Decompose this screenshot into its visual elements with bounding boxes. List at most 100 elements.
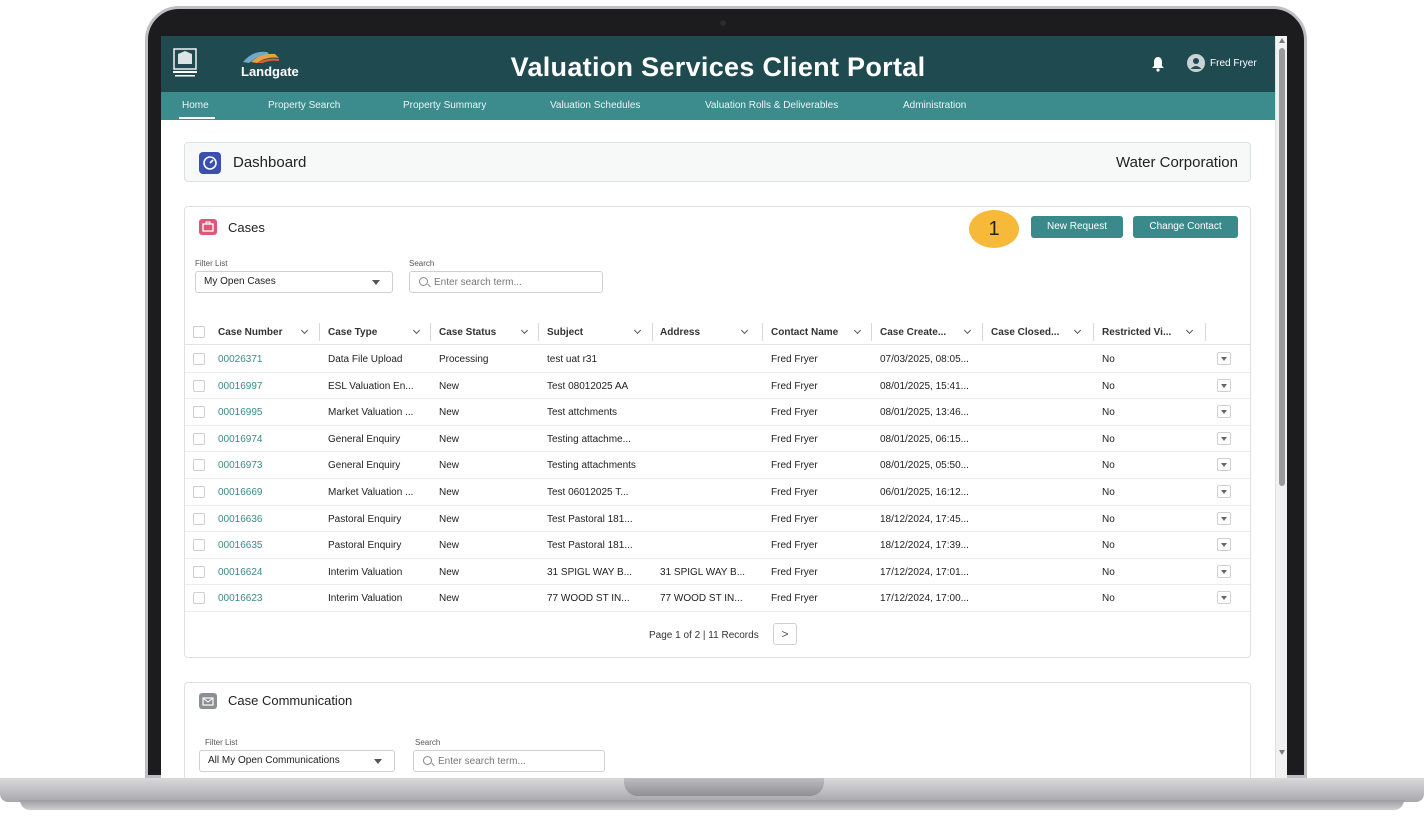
row-actions-dropdown-icon[interactable] (1217, 352, 1231, 365)
column-header-case-type[interactable]: Case Type (328, 327, 377, 338)
chevron-down-icon[interactable] (633, 326, 642, 335)
cell-case-number[interactable]: 00016635 (218, 540, 263, 551)
cell-case-number[interactable]: 00016973 (218, 460, 263, 471)
cell-case-type: Interim Valuation (328, 566, 403, 578)
cell-case-number[interactable]: 00016974 (218, 434, 263, 445)
row-checkbox[interactable] (193, 565, 205, 578)
cell-case-number[interactable]: 00016995 (218, 407, 263, 418)
table-row[interactable]: 00016635 Pastoral Enquiry New Test Pastoral… (185, 532, 1250, 559)
row-actions-dropdown-icon[interactable] (1217, 511, 1231, 525)
column-header-case-created[interactable]: Case Create... (880, 327, 946, 338)
select-all-checkbox[interactable] (193, 326, 205, 338)
cell-case-status: New (439, 513, 460, 525)
cell-case-number[interactable]: 00026371 (218, 354, 263, 365)
chevron-down-icon[interactable] (1185, 326, 1194, 335)
column-header-address[interactable]: Address (660, 327, 700, 338)
row-checkbox[interactable] (193, 512, 205, 525)
row-actions-dropdown-icon[interactable] (1217, 564, 1231, 578)
table-row[interactable]: 00016974 General Enquiry New Testing attach… (185, 426, 1250, 453)
row-checkbox[interactable] (193, 432, 205, 445)
dashboard-gauge-icon (199, 152, 221, 174)
scrollbar-thumb[interactable] (1279, 48, 1285, 486)
row-checkbox[interactable] (193, 539, 205, 552)
search-label: Search (409, 259, 435, 268)
row-checkbox[interactable] (193, 486, 205, 498)
cell-case-created: 17/12/2024, 17:00... (880, 593, 969, 605)
column-header-case-number[interactable]: Case Number (218, 327, 282, 338)
column-header-subject[interactable]: Subject (547, 327, 583, 338)
change-contact-button[interactable]: Change Contact (1133, 216, 1238, 238)
cell-subject: test uat r31 (547, 354, 598, 365)
chevron-down-icon[interactable] (853, 326, 862, 335)
table-row[interactable]: 00016623 Interim Valuation New 77 WOOD ST I… (185, 585, 1250, 612)
row-checkbox[interactable] (193, 379, 205, 392)
column-divider (871, 323, 872, 341)
chevron-down-icon[interactable] (1073, 326, 1082, 335)
table-row[interactable]: 00016624 Interim Valuation New 31 SPIGL WAY… (185, 559, 1250, 586)
cell-restricted: No (1102, 460, 1115, 472)
cell-case-number[interactable]: 00016636 (218, 514, 263, 525)
column-header-contact-name[interactable]: Contact Name (771, 327, 838, 338)
row-actions-dropdown-icon[interactable] (1217, 378, 1231, 392)
row-actions-dropdown-icon[interactable] (1217, 591, 1231, 605)
column-header-case-status[interactable]: Case Status (439, 327, 496, 338)
user-name[interactable]: Fred Fryer (1210, 58, 1257, 69)
table-row[interactable]: 00016669 Market Valuation ... New Test 0601… (185, 479, 1250, 506)
table-row[interactable]: 00026371 Data File Upload Processing test u… (185, 346, 1250, 373)
nav-item-property-search[interactable]: Property Search (268, 100, 340, 111)
row-checkbox[interactable] (193, 592, 205, 605)
cell-case-number[interactable]: 00016623 (218, 593, 263, 604)
row-checkbox[interactable] (193, 353, 205, 365)
new-request-button[interactable]: New Request (1031, 216, 1123, 238)
chevron-down-icon[interactable] (520, 326, 529, 335)
row-actions-dropdown-icon[interactable] (1217, 405, 1231, 419)
cell-case-type: Market Valuation ... (328, 487, 414, 498)
column-header-restricted[interactable]: Restricted Vi... (1102, 327, 1171, 338)
search-icon (419, 277, 428, 286)
notification-bell-icon[interactable] (1151, 56, 1165, 72)
comm-filter-list-select[interactable]: All My Open Communications (199, 750, 395, 772)
user-avatar-icon[interactable] (1187, 54, 1205, 72)
filter-list-select[interactable]: My Open Cases (195, 271, 393, 293)
main-nav: Home Property Search Property Summary Va… (161, 92, 1275, 120)
table-row[interactable]: 00016973 General Enquiry New Testing attach… (185, 452, 1250, 479)
comm-search-box[interactable] (413, 750, 605, 772)
chevron-down-icon[interactable] (740, 326, 749, 335)
cell-address: 31 SPIGL WAY B... (660, 566, 746, 578)
chevron-down-icon[interactable] (412, 326, 421, 335)
nav-item-valuation-rolls[interactable]: Valuation Rolls & Deliverables (705, 100, 838, 111)
table-row[interactable]: 00016997 ESL Valuation En... New Test 08012… (185, 373, 1250, 400)
cases-search-input[interactable] (434, 272, 599, 292)
case-communication-card: Case Communication Filter List Search Al… (184, 682, 1251, 778)
scroll-up-arrow-icon[interactable] (1279, 38, 1285, 43)
cell-case-number[interactable]: 00016669 (218, 487, 263, 498)
table-row[interactable]: 00016636 Pastoral Enquiry New Test Pastoral… (185, 506, 1250, 533)
row-actions-dropdown-icon[interactable] (1217, 538, 1231, 552)
nav-item-administration[interactable]: Administration (903, 100, 966, 111)
column-divider (652, 323, 653, 341)
scroll-down-arrow-icon[interactable] (1279, 750, 1285, 755)
cell-case-type: Pastoral Enquiry (328, 540, 402, 552)
column-header-case-closed[interactable]: Case Closed... (991, 327, 1059, 338)
chevron-down-icon[interactable] (963, 326, 972, 335)
page-scrollbar[interactable] (1275, 36, 1287, 778)
chevron-down-icon[interactable] (300, 326, 309, 335)
nav-item-property-summary[interactable]: Property Summary (403, 100, 486, 111)
comm-search-input[interactable] (438, 751, 603, 771)
cases-search-box[interactable] (409, 271, 603, 293)
cell-case-type: Interim Valuation (328, 593, 403, 605)
cell-case-number[interactable]: 00016624 (218, 567, 263, 578)
cell-case-status: New (439, 487, 460, 498)
nav-item-valuation-schedules[interactable]: Valuation Schedules (550, 100, 640, 111)
row-actions-dropdown-icon[interactable] (1217, 431, 1231, 445)
row-actions-dropdown-icon[interactable] (1217, 485, 1231, 498)
next-page-button[interactable]: > (773, 623, 797, 645)
column-divider (982, 323, 983, 341)
nav-item-home[interactable]: Home (182, 100, 209, 111)
row-checkbox[interactable] (193, 406, 205, 419)
cell-contact-name: Fred Fryer (771, 460, 818, 472)
table-row[interactable]: 00016995 Market Valuation ... New Test attc… (185, 399, 1250, 426)
cell-case-number[interactable]: 00016997 (218, 381, 263, 392)
row-checkbox[interactable] (193, 459, 205, 472)
row-actions-dropdown-icon[interactable] (1217, 458, 1231, 472)
